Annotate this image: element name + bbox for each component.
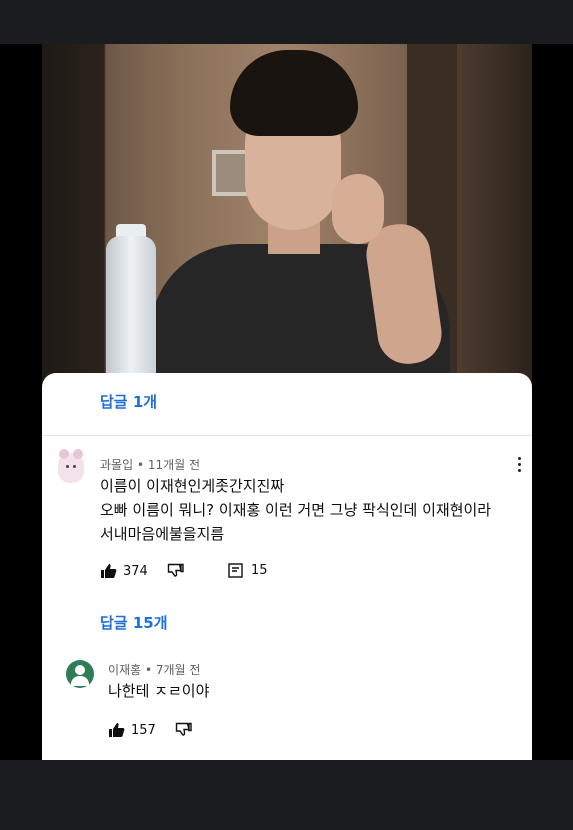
thumbs-down-icon xyxy=(175,722,192,738)
view-replies-link-top[interactable]: 답글 1개 xyxy=(100,391,157,412)
reply-like-button[interactable]: 157 xyxy=(108,722,156,738)
comments-card: 답글 1개 과몰입 • 11개월 전 이름이 이재현인게좃간지진짜 오빠 이름이… xyxy=(42,373,532,760)
reply-avatar[interactable] xyxy=(66,660,94,688)
comment-author[interactable]: 과몰입 xyxy=(100,458,133,472)
divider xyxy=(42,435,532,436)
view-replies-link[interactable]: 답글 15개 xyxy=(100,612,168,633)
comment-line: 오빠 이름이 뭐니? 이재홍 이런 거면 그냥 팍식인데 이재현이라 xyxy=(100,501,492,519)
bottom-bar xyxy=(0,760,573,830)
comment-replies-button[interactable]: 15 xyxy=(228,563,268,578)
meta-separator: • xyxy=(144,663,156,677)
reply-author[interactable]: 이재홍 xyxy=(108,663,141,677)
more-vertical-icon[interactable] xyxy=(518,457,522,475)
comment-dislike-button[interactable] xyxy=(167,563,184,579)
person-hair xyxy=(230,50,358,136)
comment-line: 이름이 이재현인게좃간지진짜 xyxy=(100,477,285,495)
comment-like-button[interactable]: 374 xyxy=(100,563,148,579)
meta-separator: • xyxy=(136,458,148,472)
comment-like-count: 374 xyxy=(123,563,148,579)
thumbs-up-icon xyxy=(108,722,125,738)
commenter-avatar[interactable] xyxy=(58,449,84,483)
top-bar xyxy=(0,0,573,44)
comment-time: 11개월 전 xyxy=(147,458,201,472)
comment-line: 서내마음에불을지름 xyxy=(100,525,225,543)
person-hand xyxy=(332,174,384,244)
reply-like-count: 157 xyxy=(131,722,156,738)
comment-reply-count: 15 xyxy=(251,563,268,578)
reply-time: 7개월 전 xyxy=(155,663,201,677)
water-bottle xyxy=(106,236,156,376)
reply-meta: 이재홍 • 7개월 전 xyxy=(108,661,200,678)
comment-icon xyxy=(228,563,243,578)
video-thumbnail[interactable] xyxy=(42,44,532,389)
reply-text: 나한테 ㅈㄹ이야 xyxy=(108,682,210,700)
comment-text: 이름이 이재현인게좃간지진짜 오빠 이름이 뭐니? 이재홍 이런 거면 그냥 팍… xyxy=(100,474,491,546)
thumbs-up-icon xyxy=(100,563,117,579)
thumbs-down-icon xyxy=(167,563,184,579)
comment-meta: 과몰입 • 11개월 전 xyxy=(100,456,200,473)
reply-dislike-button[interactable] xyxy=(175,722,192,738)
